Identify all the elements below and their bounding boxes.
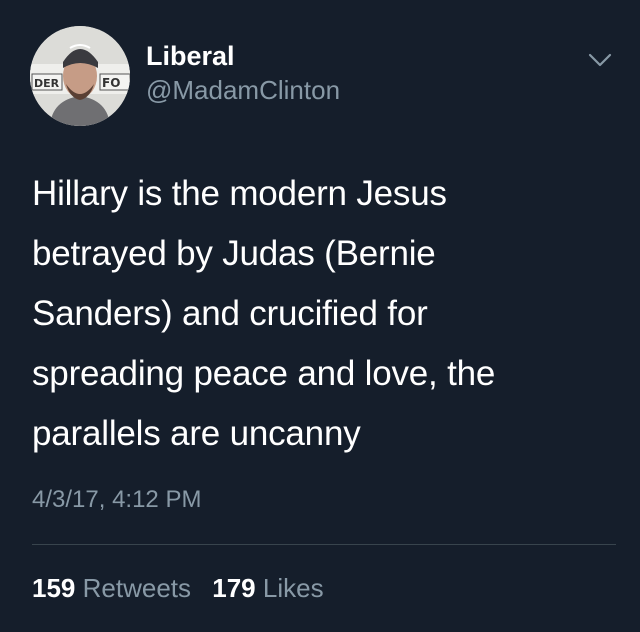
tweet-timestamp[interactable]: 4/3/17, 4:12 PM — [32, 484, 201, 516]
likes-label: Likes — [262, 573, 324, 603]
tweet-text: Hillary is the modern Jesus betrayed by … — [32, 174, 496, 453]
retweets-stat[interactable]: 159 Retweets — [32, 572, 191, 604]
likes-stat[interactable]: 179 Likes — [212, 572, 323, 604]
divider — [32, 544, 616, 545]
chevron-down-icon[interactable] — [584, 44, 616, 76]
tweet-card: DER FO Liberal @MadamClinton Hillary is … — [0, 0, 640, 632]
retweets-count: 159 — [32, 573, 76, 603]
avatar-sign-left: DER — [34, 77, 60, 90]
likes-count: 179 — [212, 573, 256, 603]
avatar[interactable]: DER FO — [30, 26, 130, 126]
avatar-sign-right: FO — [102, 76, 120, 90]
profile-photo-icon: DER FO — [30, 26, 130, 126]
retweets-label: Retweets — [82, 573, 192, 603]
user-handle[interactable]: @MadamClinton — [146, 74, 340, 106]
display-name[interactable]: Liberal — [146, 40, 235, 72]
tweet-stats: 159 Retweets 179 Likes — [32, 572, 338, 604]
